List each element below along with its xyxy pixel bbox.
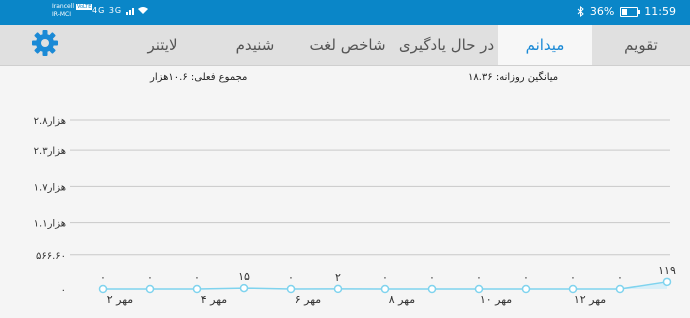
gear-icon <box>32 30 58 56</box>
signal-type-text: 4G 3G <box>92 6 123 15</box>
clock: 11:59 <box>644 5 676 18</box>
y-tick-label: ۲.۸هزار <box>34 116 66 127</box>
tab-heard[interactable]: شنیدم <box>210 25 300 65</box>
tab-label: در حال یادگیری <box>398 36 495 54</box>
y-tick-label: ۱.۷هزار <box>34 182 66 193</box>
data-label: ۰ <box>100 271 106 284</box>
data-label: ۲ <box>335 271 341 284</box>
x-tick-label: ۶ مهر <box>295 293 322 306</box>
tab-label: میدانم <box>525 36 565 54</box>
data-point <box>333 284 343 294</box>
data-point <box>427 284 437 294</box>
current-total: مجموع فعلی: ۱۰.۶هزار <box>150 72 248 83</box>
data-label: ۰ <box>476 271 482 284</box>
battery-percent: 36% <box>589 5 615 18</box>
volte-badge: VoLTE <box>75 4 93 10</box>
data-point <box>380 284 390 294</box>
tab-label: شاخص لغت <box>309 36 386 54</box>
x-tick-label: ۸ مهر <box>389 293 416 306</box>
x-tick-label: ۱۰ مهر <box>480 293 512 306</box>
data-label: ۰ <box>288 271 294 284</box>
tab-leitner[interactable]: لایتنر <box>115 25 210 65</box>
data-point <box>662 277 672 287</box>
tab-known[interactable]: میدانم <box>498 25 592 65</box>
bluetooth-icon <box>577 6 584 17</box>
data-label: ۰ <box>429 271 435 284</box>
data-label: ۰ <box>523 271 529 284</box>
data-label: ۱۵ <box>238 270 250 283</box>
settings-button[interactable] <box>30 28 60 58</box>
status-right: 36% 11:59 <box>577 5 676 18</box>
wifi-icon <box>125 7 148 15</box>
data-point <box>286 284 296 294</box>
carrier-info: Irancell VoLTE IR-MCI <box>52 3 93 19</box>
data-label: ۰ <box>617 271 623 284</box>
y-tick-label: ۰ <box>61 285 66 296</box>
data-point <box>192 284 202 294</box>
x-tick-label: ۴ مهر <box>201 293 228 306</box>
y-tick-label: ۵۶۶.۶۰ <box>36 251 66 262</box>
y-tick-label: ۱.۱هزار <box>34 219 66 230</box>
battery-icon <box>620 6 641 17</box>
tab-label: شنیدم <box>235 36 275 54</box>
data-point <box>615 284 625 294</box>
daily-average: میانگین روزانه: ۱۸.۳۶ <box>468 72 559 83</box>
data-point <box>98 284 108 294</box>
data-point <box>474 284 484 294</box>
data-point <box>239 283 249 293</box>
carrier-name-2: IR-MCI <box>52 11 71 18</box>
x-tick-label: ۲ مهر <box>107 293 134 306</box>
tab-label: تقویم <box>624 36 658 54</box>
tab-word-index[interactable]: شاخص لغت <box>300 25 395 65</box>
words-known-chart: ۰ ۵۶۶.۶۰ ۱.۱هزار ۱.۷هزار ۲.۳هزار ۲.۸هزار ۰ ۰ ۰ ۱۵… <box>34 116 676 306</box>
carrier-name: Irancell <box>52 3 75 10</box>
data-point <box>521 284 531 294</box>
data-label: ۰ <box>147 271 153 284</box>
tab-learning[interactable]: در حال یادگیری <box>395 25 498 65</box>
battery-fill <box>622 8 628 15</box>
data-label: ۱۱۹ <box>658 264 676 277</box>
tab-calendar[interactable]: تقویم <box>592 25 690 65</box>
data-point <box>145 284 155 294</box>
x-tick-label: ۱۲ مهر <box>574 293 606 306</box>
status-bar: Irancell VoLTE IR-MCI 4G 3G 36% 11:59 <box>0 0 690 25</box>
data-point <box>568 284 578 294</box>
data-label: ۰ <box>570 271 576 284</box>
data-label: ۰ <box>382 271 388 284</box>
data-label: ۰ <box>194 271 200 284</box>
y-tick-label: ۲.۳هزار <box>34 146 66 157</box>
tab-label: لایتنر <box>147 36 178 54</box>
cellular-signal-icon: 4G 3G <box>92 6 156 15</box>
